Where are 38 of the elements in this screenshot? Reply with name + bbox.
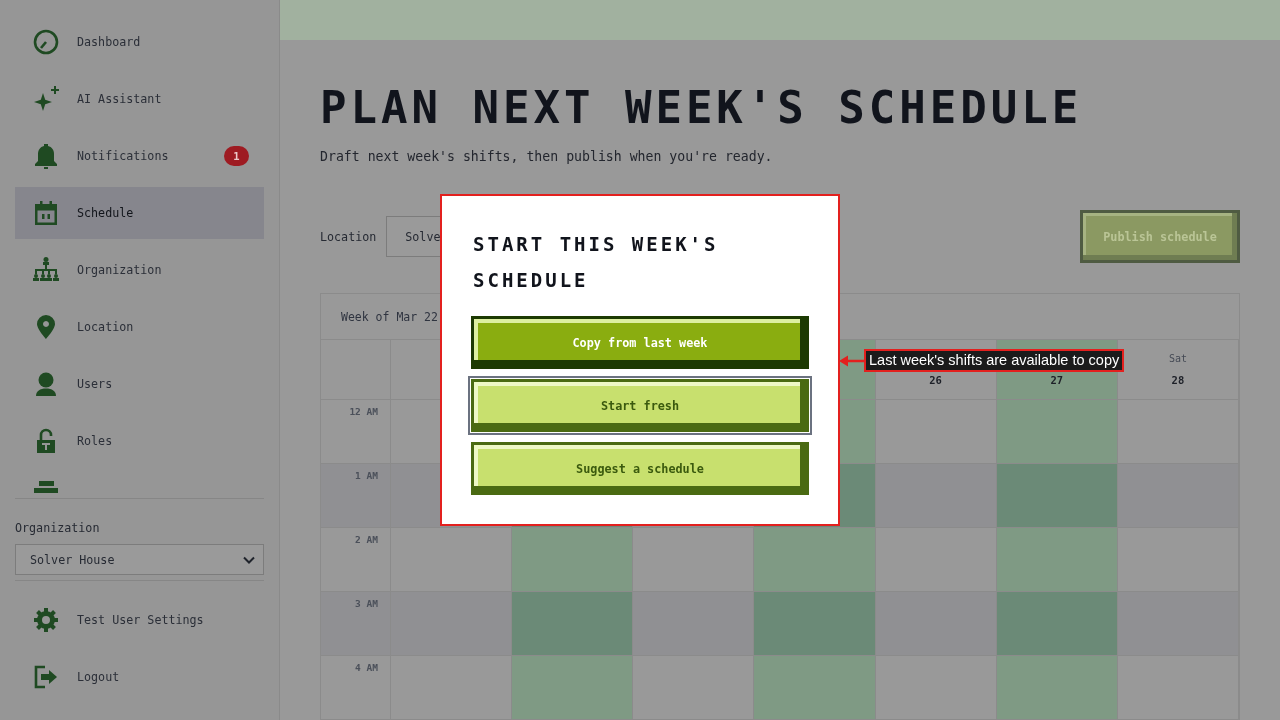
nav-item[interactable]: AI Assistant <box>15 73 264 125</box>
dialog-button[interactable]: Copy from last week <box>471 316 809 369</box>
organization-label: Organization <box>15 520 101 536</box>
day-date: 28 <box>1171 373 1185 387</box>
dialog-button[interactable]: Start fresh <box>468 376 812 435</box>
time-label: 3 AM <box>321 592 391 656</box>
nav-item[interactable]: Organization <box>15 244 264 296</box>
gear-icon <box>32 606 60 634</box>
nav-item[interactable]: Roles <box>15 415 264 467</box>
callout-label: Last week's shifts are available to copy <box>864 349 1125 372</box>
bell-icon <box>32 142 60 170</box>
day-date: 26 <box>929 373 942 387</box>
time-label: 4 AM <box>321 656 391 720</box>
nav-item[interactable]: Logout <box>15 651 264 703</box>
page-subtitle: Draft next week's shifts, then publish when you're ready. <box>320 148 774 166</box>
calendar-icon <box>32 199 60 227</box>
location-label: Location <box>320 228 377 245</box>
time-label: 1 AM <box>321 464 391 528</box>
day-name: Sat <box>1168 352 1187 366</box>
nav-item[interactable]: Users <box>15 358 264 410</box>
gauge-icon <box>32 28 60 56</box>
nav-item[interactable]: Notifications 1 <box>15 130 264 182</box>
day-date: 27 <box>1050 373 1064 387</box>
time-label: 2 AM <box>321 528 391 592</box>
week-label: Week of Mar 22 <box>341 309 438 324</box>
time-label: 12 AM <box>321 400 391 464</box>
chevron-down-icon <box>243 555 255 564</box>
tray-icon <box>34 481 58 493</box>
nav-item[interactable]: Location <box>15 301 264 353</box>
dialog-button[interactable]: Suggest a schedule <box>471 442 809 495</box>
nav-item[interactable]: Test User Settings <box>15 594 264 646</box>
nav-item[interactable]: Schedule <box>15 187 264 239</box>
org-chart-icon <box>32 256 60 284</box>
notification-badge: 1 <box>224 146 249 166</box>
page-title: PLAN NEXT WEEK'S SCHEDULE <box>320 84 1084 132</box>
organization-select[interactable]: Solver House <box>15 544 264 575</box>
nav-item[interactable]: Dashboard <box>15 16 264 68</box>
dialog-title: START THIS WEEK'S SCHEDULE <box>473 232 720 293</box>
